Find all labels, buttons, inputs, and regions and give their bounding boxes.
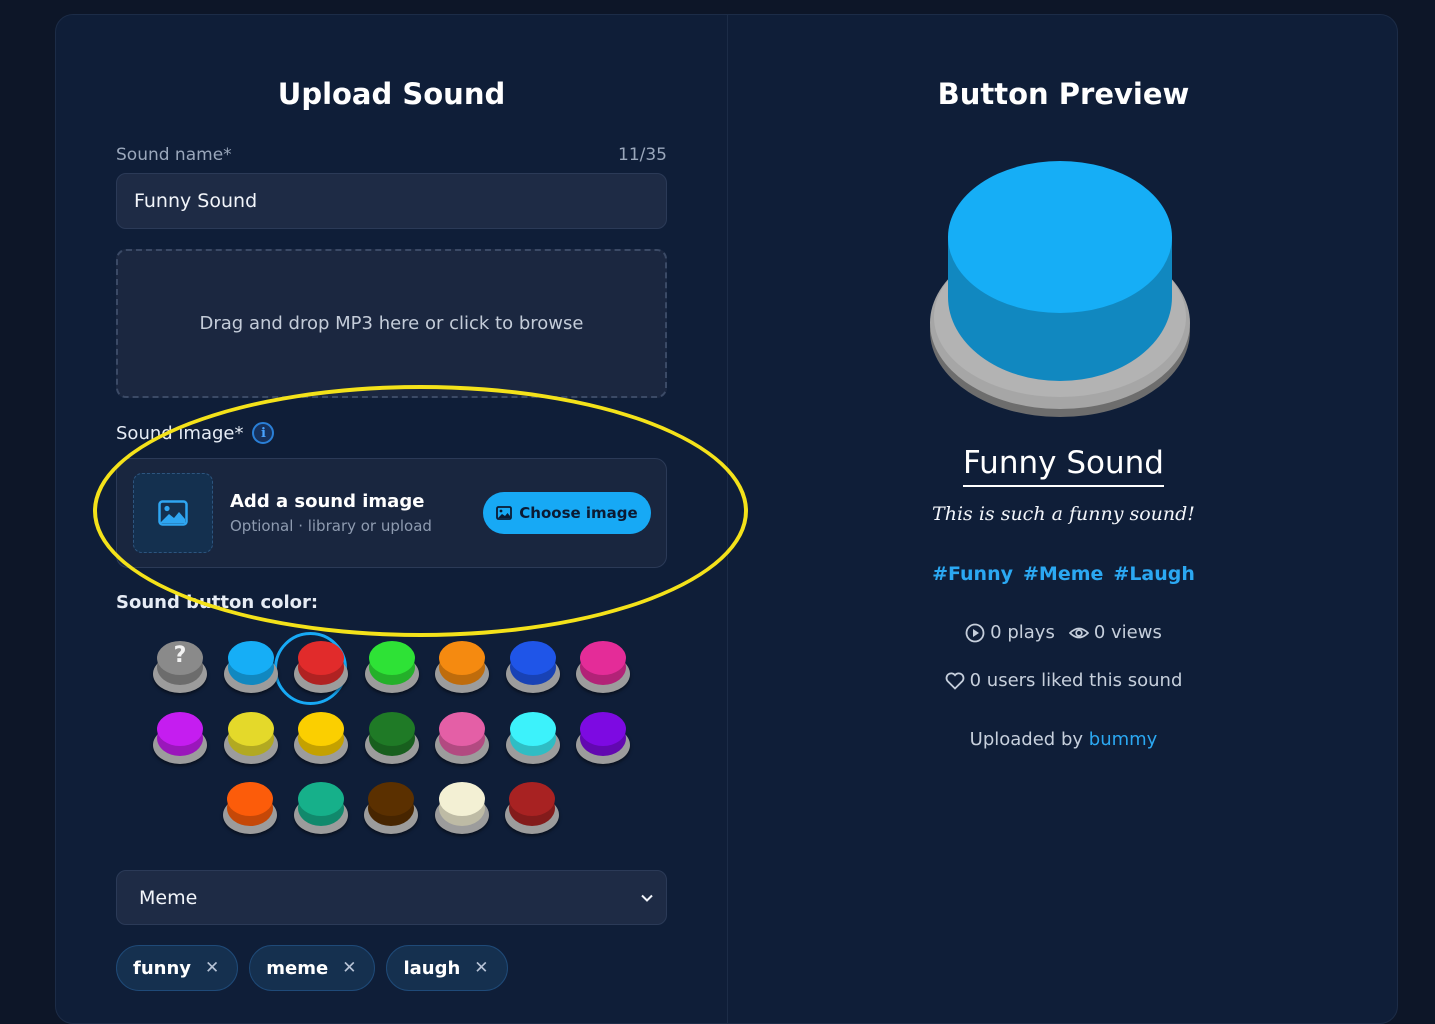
remove-tag-icon[interactable]: ✕ [342,958,356,978]
preview-hashtags: #Funny #Meme #Laugh [728,563,1399,585]
chevron-down-icon [641,894,653,902]
add-image-title: Add a sound image [230,491,425,512]
sound-image-label: Sound image* [116,422,244,444]
tag-label: meme [266,957,329,979]
color-swatch[interactable] [223,782,277,836]
tag-chip: funny ✕ [116,945,239,991]
category-value: Meme [139,886,198,909]
button-color-label: Sound button color: [116,592,319,613]
category-select[interactable]: Meme [116,870,667,925]
hashtag[interactable]: #Meme [1023,563,1103,585]
preview-stats: 0 plays 0 views [728,622,1399,643]
color-swatch[interactable] [576,712,630,766]
color-swatch[interactable] [223,712,278,766]
plays-stat: 0 plays [965,622,1055,643]
uploaded-by-label: Uploaded by [969,729,1084,750]
preview-description: This is such a funny sound! [932,503,1195,525]
choose-image-label: Choose image [519,504,638,522]
color-swatch[interactable] [223,641,278,695]
color-swatch[interactable] [434,782,489,836]
add-image-subtitle: Optional · library or upload [230,517,432,535]
sound-name-counter: 11/35 [618,145,667,165]
image-placeholder-thumb[interactable] [133,473,213,553]
preview-panel: Button Preview Funny Sound This is such … [728,15,1399,1023]
play-circle-icon [965,623,985,642]
uploader-link[interactable]: bummy [1089,729,1158,750]
sound-name-input[interactable] [116,173,667,229]
views-stat: 0 views [1068,622,1162,643]
sound-image-label-row: Sound image* i [116,422,275,444]
uploader-line: Uploaded by bummy [728,729,1399,750]
color-swatch[interactable] [294,712,348,766]
image-icon [496,506,513,520]
color-swatch[interactable] [576,641,630,695]
remove-tag-icon[interactable]: ✕ [474,958,488,978]
remove-tag-icon[interactable]: ✕ [205,958,219,978]
random-color-icon: ? [173,643,187,668]
tag-label: laugh [403,957,461,979]
hashtag[interactable]: #Laugh [1113,563,1195,585]
color-swatch[interactable] [364,641,419,695]
tag-chip: meme ✕ [249,945,376,991]
preview-sound-name: Funny Sound [728,443,1399,487]
color-swatch[interactable] [435,712,489,766]
sound-button-preview[interactable] [928,147,1192,423]
preview-title: Button Preview [937,77,1190,111]
color-swatch[interactable] [435,641,489,695]
color-swatch[interactable] [293,782,348,836]
mp3-dropzone[interactable]: Drag and drop MP3 here or click to brows… [116,249,667,398]
dropzone-text: Drag and drop MP3 here or click to brows… [199,313,584,334]
hashtag[interactable]: #Funny [932,563,1013,585]
tag-label: funny [133,957,192,979]
upload-title: Upload Sound [277,77,506,111]
color-swatch[interactable] [153,712,207,766]
color-swatch[interactable] [364,782,418,836]
tag-list: funny ✕ meme ✕ laugh ✕ [116,945,508,991]
color-swatch[interactable] [294,641,348,695]
plays-count: 0 plays [990,622,1055,643]
upload-card: Upload Sound Sound name* 11/35 Drag and … [55,14,1398,1024]
sound-name-label-row: Sound name* 11/35 [116,145,667,165]
eye-icon [1068,627,1089,638]
color-swatch[interactable] [364,712,419,766]
sound-image-box: Add a sound image Optional · library or … [116,458,667,568]
color-swatch[interactable] [505,712,560,766]
color-swatch[interactable]: ? [153,641,207,695]
color-swatch[interactable] [505,782,559,836]
likes-stat: 0 users liked this sound [728,670,1399,691]
image-icon [158,500,188,526]
likes-count: 0 users liked this sound [969,670,1183,691]
upload-panel: Upload Sound Sound name* 11/35 Drag and … [93,15,748,1023]
info-icon[interactable]: i [252,422,275,444]
sound-name-label: Sound name* [116,145,232,165]
views-count: 0 views [1093,622,1162,643]
choose-image-button[interactable]: Choose image [483,492,651,534]
heart-icon[interactable] [945,672,965,690]
tag-chip: laugh ✕ [386,945,508,991]
color-swatch[interactable] [505,641,560,695]
